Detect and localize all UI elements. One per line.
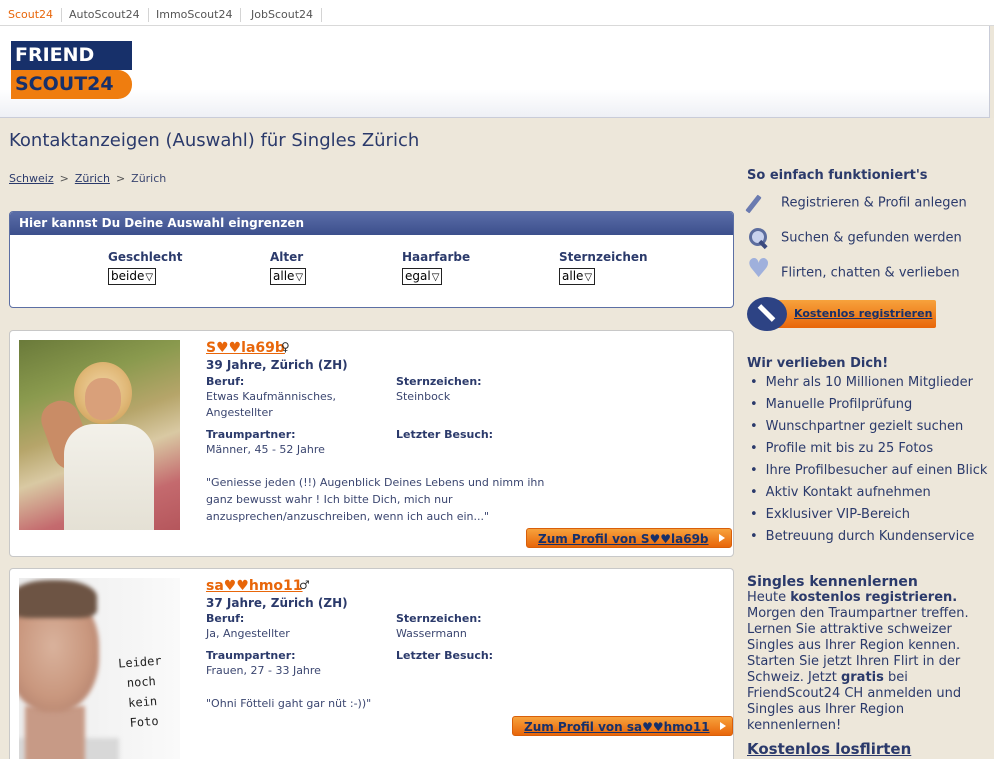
friendscout24-logo[interactable]: FRIEND SCOUT24 xyxy=(11,41,132,99)
beruf-label: Beruf: xyxy=(206,612,245,625)
traumpartner-label: Traumpartner: xyxy=(206,428,296,441)
filter-label: Geschlecht xyxy=(108,250,183,264)
breadcrumb: Schweiz > Zürich > Zürich xyxy=(9,172,167,185)
dropdown-arrow-icon: ▽ xyxy=(145,272,154,283)
singles-paragraph: Heute kostenlos registrieren. Morgen den… xyxy=(747,590,969,733)
profile-card: S♥♥la69b ♀ 39 Jahre, Zürich (ZH) Beruf: … xyxy=(9,330,734,557)
dropdown-arrow-icon: ▽ xyxy=(295,272,304,283)
dropdown-arrow-icon: ▽ xyxy=(584,272,593,283)
logo-line-2: SCOUT24 xyxy=(11,70,132,99)
step-flirt: Flirten, chatten & verlieben xyxy=(747,258,960,284)
sternzeichen-value: Wassermann xyxy=(396,627,467,640)
site-header: FRIEND SCOUT24 xyxy=(0,26,990,118)
list-item: Exklusiver VIP-Bereich xyxy=(747,504,987,526)
profile-age-city: 39 Jahre, Zürich (ZH) xyxy=(206,358,348,372)
traumpartner-label: Traumpartner: xyxy=(206,649,296,662)
breadcrumb-zuerich-current: Zürich xyxy=(131,172,167,185)
traumpartner-value: Frauen, 27 - 33 Jahre xyxy=(206,664,321,677)
singles-heading: Singles kennenlernen xyxy=(747,574,918,590)
beruf-value: Ja, Angestellter xyxy=(206,627,290,640)
letzter-besuch-label: Letzter Besuch: xyxy=(396,428,494,441)
list-item: Mehr als 10 Millionen Mitglieder xyxy=(747,372,987,394)
arrow-right-icon xyxy=(719,722,726,730)
list-item: Ihre Profilbesucher auf einen Blick xyxy=(747,460,988,482)
male-icon: ♂ xyxy=(299,578,310,592)
arrow-right-icon xyxy=(718,534,725,542)
sternzeichen-label: Sternzeichen: xyxy=(396,375,482,388)
view-profile-button[interactable]: Zum Profil von S♥♥la69b xyxy=(526,528,732,548)
tab-scout24[interactable]: Scout24 xyxy=(0,8,63,22)
female-icon: ♀ xyxy=(281,340,290,354)
sternzeichen-value: Steinbock xyxy=(396,390,451,403)
benefits-heading: Wir verlieben Dich! xyxy=(747,356,889,371)
alter-select[interactable]: alle▽ xyxy=(270,268,307,285)
heart-icon xyxy=(747,258,771,284)
list-item: Aktiv Kontakt aufnehmen xyxy=(747,482,987,504)
no-photo-label: Leider noch kein Foto xyxy=(117,653,163,730)
list-item: Wunschpartner gezielt suchen xyxy=(747,416,987,438)
pen-icon xyxy=(747,192,771,214)
view-profile-button[interactable]: Zum Profil von sa♥♥hmo11 xyxy=(512,716,733,736)
filter-label: Haarfarbe xyxy=(402,250,471,264)
top-nav: Scout24 AutoScout24 ImmoScout24 JobScout… xyxy=(0,0,994,26)
flirt-free-link[interactable]: Kostenlos losflirten xyxy=(747,740,911,758)
beruf-label: Beruf: xyxy=(206,375,245,388)
filter-sternzeichen: Sternzeichen alle▽ xyxy=(559,250,648,285)
filter-label: Alter xyxy=(270,250,304,264)
how-it-works-heading: So einfach funktioniert's xyxy=(747,168,928,183)
magnifier-icon xyxy=(747,227,771,249)
logo-line-1: FRIEND xyxy=(11,41,132,70)
filter-label: Sternzeichen xyxy=(559,250,648,264)
tab-jobscout24[interactable]: JobScout24 xyxy=(243,8,322,22)
list-item: Profile mit bis zu 25 Fotos xyxy=(747,438,987,460)
filter-panel: Hier kannst Du Deine Auswahl eingrenzen … xyxy=(9,211,734,308)
tab-immoscout24[interactable]: ImmoScout24 xyxy=(148,8,242,22)
filter-heading: Hier kannst Du Deine Auswahl eingrenzen xyxy=(10,212,733,235)
sternzeichen-label: Sternzeichen: xyxy=(396,612,482,625)
profile-quote: "Geniesse jeden (!!) Augenblick Deines L… xyxy=(206,476,545,523)
filter-alter: Alter alle▽ xyxy=(270,250,307,285)
step-search: Suchen & gefunden werden xyxy=(747,227,962,249)
pen-icon xyxy=(747,297,787,331)
profile-photo-placeholder[interactable]: Leider noch kein Foto xyxy=(19,578,180,759)
filter-haarfarbe: Haarfarbe egal▽ xyxy=(402,250,470,285)
traumpartner-value: Männer, 45 - 52 Jahre xyxy=(206,443,325,456)
tab-autoscout24[interactable]: AutoScout24 xyxy=(61,8,149,22)
profile-quote: "Ohni Fötteli gaht gar nüt :-))" xyxy=(206,697,372,710)
breadcrumb-schweiz[interactable]: Schweiz xyxy=(9,172,54,185)
profile-name-link[interactable]: S♥♥la69b xyxy=(206,340,285,356)
haarfarbe-select[interactable]: egal▽ xyxy=(402,268,443,285)
profile-age-city: 37 Jahre, Zürich (ZH) xyxy=(206,596,348,610)
benefits-list: Mehr als 10 Millionen Mitglieder Manuell… xyxy=(747,372,988,548)
page-title: Kontaktanzeigen (Auswahl) für Singles Zü… xyxy=(9,130,420,151)
register-free-button[interactable]: Kostenlos registrieren xyxy=(747,297,936,331)
step-register: Registrieren & Profil anlegen xyxy=(747,192,967,214)
sternzeichen-select[interactable]: alle▽ xyxy=(559,268,596,285)
letzter-besuch-label: Letzter Besuch: xyxy=(396,649,494,662)
profile-photo[interactable] xyxy=(19,340,180,530)
profile-card: Leider noch kein Foto sa♥♥hmo11 ♂ 37 Jah… xyxy=(9,568,734,759)
list-item: Betreuung durch Kundenservice xyxy=(747,526,987,548)
profile-name-link[interactable]: sa♥♥hmo11 xyxy=(206,578,303,594)
dropdown-arrow-icon: ▽ xyxy=(431,272,440,283)
beruf-value: Etwas Kaufmännisches, Angestellter xyxy=(206,390,337,419)
list-item: Manuelle Profilprüfung xyxy=(747,394,987,416)
filter-geschlecht: Geschlecht beide▽ xyxy=(108,250,182,285)
geschlecht-select[interactable]: beide▽ xyxy=(108,268,157,285)
breadcrumb-zuerich-region[interactable]: Zürich xyxy=(75,172,110,185)
